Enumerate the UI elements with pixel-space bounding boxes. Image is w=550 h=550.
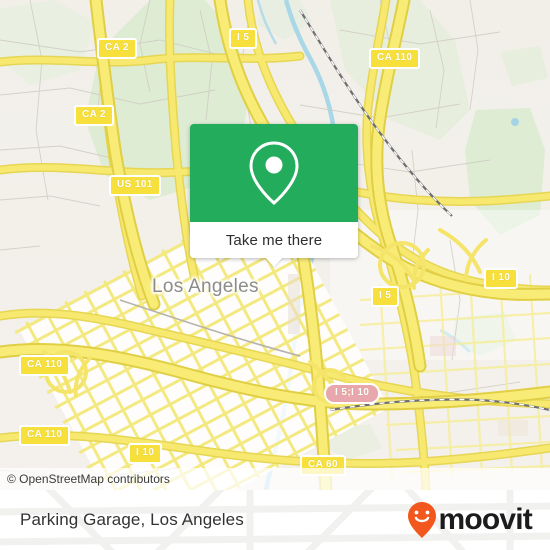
highway-shield: I 10	[128, 443, 163, 464]
poi-card-pointer	[265, 257, 283, 267]
moovit-wordmark: moovit	[438, 503, 532, 536]
highway-shield: I 10	[484, 268, 519, 289]
city-label: Los Angeles	[152, 276, 259, 297]
moovit-logo[interactable]: moovit	[407, 501, 533, 539]
highway-shield: I 5;I 10	[324, 383, 381, 404]
page-title: Parking Garage, Los Angeles	[20, 510, 244, 529]
highway-shield: US 101	[109, 175, 161, 196]
highway-shield: CA 110	[369, 48, 421, 69]
osm-attribution-text: © OpenStreetMap contributors	[7, 472, 170, 486]
highway-shield: CA 110	[19, 425, 71, 446]
poi-card-header	[190, 124, 358, 222]
map-canvas[interactable]: Los Angeles CA 2 I 5 CA 110 CA 2 US 101 I 10 I…	[0, 0, 550, 490]
highway-shield: I 5	[229, 28, 258, 49]
poi-popup-card[interactable]: Take me there	[190, 124, 358, 267]
highway-shield: I 5	[371, 286, 400, 307]
take-me-there-button[interactable]: Take me there	[190, 222, 358, 267]
osm-attribution-bar: © OpenStreetMap contributors	[0, 468, 550, 490]
moovit-map-screenshot: Los Angeles CA 2 I 5 CA 110 CA 2 US 101 I 10 I…	[0, 0, 550, 550]
highway-shield: CA 2	[74, 105, 115, 126]
footer-bar: Parking Garage, Los Angeles moovit	[0, 490, 550, 550]
map-pin-icon	[249, 141, 299, 205]
highway-shield: CA 2	[97, 38, 138, 59]
moovit-smiley-pin-icon	[408, 502, 437, 538]
highway-shield: CA 110	[19, 355, 71, 376]
take-me-there-label: Take me there	[225, 231, 323, 249]
